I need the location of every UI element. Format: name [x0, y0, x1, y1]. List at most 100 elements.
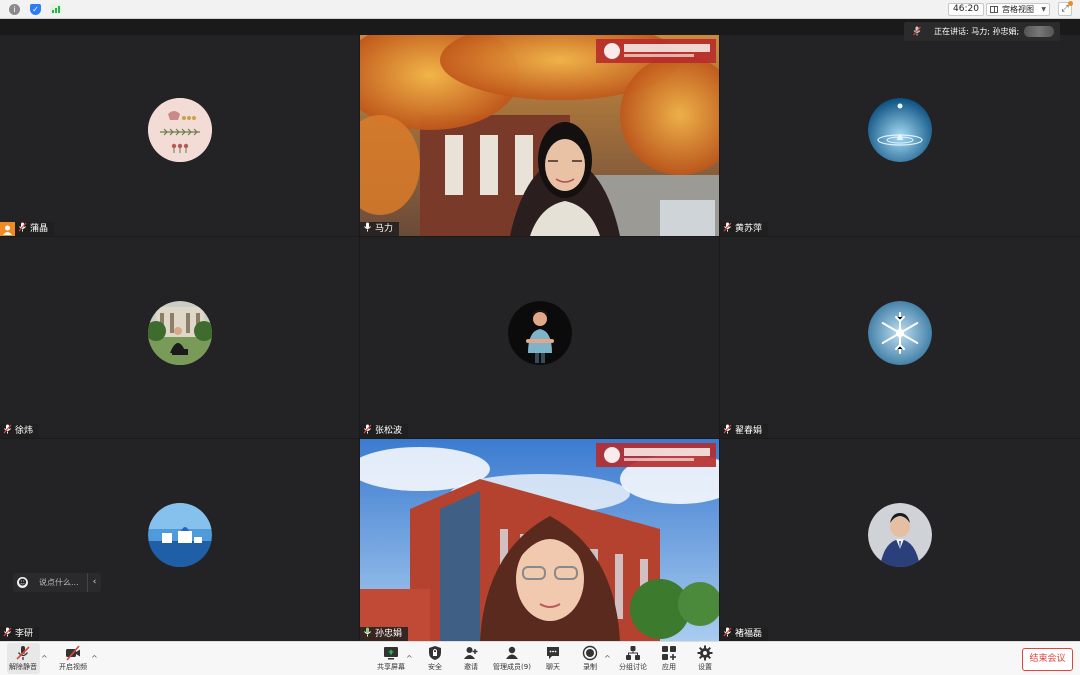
settings-label: 设置: [698, 663, 712, 671]
share-screen-icon: [384, 647, 398, 660]
participant-name-label: 褚福磊: [720, 627, 769, 641]
mic-muted-icon: [723, 627, 732, 637]
mic-muted-icon: [3, 627, 12, 637]
shield-icon[interactable]: ✓: [30, 4, 41, 15]
record-button[interactable]: 录制: [572, 645, 608, 674]
participant-name: 翟春娟: [735, 426, 763, 436]
participant-tile[interactable]: 李研: [0, 439, 359, 641]
participant-tile[interactable]: 张松波: [360, 237, 719, 438]
breakout-icon: [626, 646, 640, 660]
invite-label: 邀请: [464, 663, 478, 671]
meeting-timer: 46:20: [948, 3, 984, 16]
notification-dot: [1068, 1, 1073, 6]
grid-icon: [990, 6, 998, 13]
start-video-label: 开启视频: [59, 663, 87, 671]
mic-muted-icon: [723, 222, 732, 232]
participant-name-label: 马力: [360, 222, 400, 236]
breakout-button[interactable]: 分组讨论: [615, 645, 651, 674]
fullscreen-button[interactable]: ⤢: [1058, 1, 1073, 16]
settings-button[interactable]: 设置: [687, 645, 723, 674]
unmute-button[interactable]: 解除静音: [5, 645, 41, 674]
fullscreen-icon: ⤢: [1061, 4, 1069, 14]
participant-name: 马力: [375, 224, 394, 234]
participant-name-label: 黄苏萍: [720, 222, 769, 236]
participant-tile[interactable]: 褚福磊: [720, 439, 1080, 641]
participant-name: 徐炜: [15, 426, 34, 436]
share-screen-label: 共享屏幕: [377, 663, 405, 671]
host-icon: [0, 222, 15, 236]
top-bar: i ✓ 46:20 宫格视图 ▼ ⤢: [0, 0, 1080, 19]
invite-button[interactable]: 邀请: [453, 645, 489, 674]
participant-name-label: 蒲晶: [15, 222, 55, 236]
participant-name-label: 李研: [0, 627, 40, 641]
participant-name-label: 翟春娟: [720, 424, 769, 438]
apps-icon: [662, 646, 676, 660]
view-mode-label: 宫格视图: [1002, 5, 1034, 14]
manage-members-label: 管理成员(9): [493, 663, 531, 671]
participant-name: 张松波: [375, 426, 403, 436]
participant-name-label: 徐炜: [0, 424, 40, 438]
chevron-left-icon[interactable]: ‹: [87, 573, 101, 592]
chat-button[interactable]: 聊天: [535, 645, 571, 674]
participant-name: 李研: [15, 629, 34, 639]
camera-off-icon: [66, 645, 80, 661]
participant-name: 黄苏萍: [735, 224, 763, 234]
chevron-up-icon[interactable]: ^: [604, 654, 611, 663]
unmute-label: 解除静音: [9, 663, 37, 671]
participant-tile-active-speaker[interactable]: 马力: [360, 35, 719, 236]
apps-button[interactable]: 应用: [651, 645, 687, 674]
participant-tile[interactable]: 蒲晶: [0, 35, 359, 236]
avatar: [148, 301, 212, 365]
meeting-window: i ✓ 46:20 宫格视图 ▼ ⤢ 蒲晶 马力 黄苏萍 徐炜 张松波 翟春娟 …: [0, 0, 1080, 675]
avatar: [148, 503, 212, 567]
avatar: [148, 98, 212, 162]
chevron-down-icon: ▼: [1041, 6, 1046, 13]
participant-name-label: 孙忠娟: [360, 627, 409, 641]
avatar: [868, 503, 932, 567]
mic-muted-icon: [723, 424, 732, 434]
add-user-icon: [464, 647, 478, 659]
chevron-up-icon[interactable]: ^: [41, 654, 48, 663]
participant-tile[interactable]: 翟春娟: [720, 237, 1080, 438]
chevron-up-icon[interactable]: ^: [406, 654, 413, 663]
chevron-up-icon[interactable]: ^: [91, 654, 98, 663]
emoji-icon[interactable]: ☻: [17, 577, 28, 588]
avatar: [868, 301, 932, 365]
video-feed: [360, 439, 719, 641]
info-icon[interactable]: i: [9, 4, 20, 15]
record-icon: [582, 645, 598, 661]
view-mode-button[interactable]: 宫格视图 ▼: [986, 3, 1050, 16]
chat-placeholder: 说点什么...: [39, 578, 79, 587]
security-button[interactable]: 安全: [417, 645, 453, 674]
avatar: [508, 301, 572, 365]
manage-members-button[interactable]: 管理成员(9): [492, 645, 532, 674]
avatar: [868, 98, 932, 162]
shield-icon: [429, 646, 441, 660]
meeting-toolbar: 解除静音 ^ 开启视频 ^ 共享屏幕 ^ 安全 邀请 管理成员(9) 聊天 录制…: [0, 641, 1080, 675]
security-label: 安全: [428, 663, 442, 671]
speaking-indicator: 正在讲话: 马力; 孙忠娟;: [904, 22, 1060, 41]
chat-icon: [547, 647, 559, 659]
video-feed: [360, 35, 719, 236]
speaking-text: 正在讲话: 马力; 孙忠娟;: [934, 27, 1020, 36]
apps-label: 应用: [662, 663, 676, 671]
quick-chat-input[interactable]: ☻ 说点什么... ‹: [13, 573, 101, 592]
share-screen-button[interactable]: 共享屏幕: [373, 645, 409, 674]
participant-name: 褚福磊: [735, 629, 763, 639]
end-meeting-button[interactable]: 结束会议: [1022, 648, 1073, 671]
participant-name: 蒲晶: [30, 224, 49, 234]
mic-muted-icon: [3, 424, 12, 434]
participant-tile[interactable]: 孙忠娟: [360, 439, 719, 641]
chat-label: 聊天: [546, 663, 560, 671]
mic-icon: [364, 222, 371, 232]
speaking-avatar-blur: [1024, 26, 1054, 37]
mic-muted-icon: [913, 26, 921, 36]
participant-tile[interactable]: 黄苏萍: [720, 35, 1080, 236]
participant-name: 孙忠娟: [375, 629, 403, 639]
mic-muted-icon: [18, 222, 27, 232]
signal-icon[interactable]: [50, 4, 62, 14]
breakout-label: 分组讨论: [619, 663, 647, 671]
participant-tile[interactable]: 徐炜: [0, 237, 359, 438]
participant-name-label: 张松波: [360, 424, 409, 438]
start-video-button[interactable]: 开启视频: [55, 645, 91, 674]
